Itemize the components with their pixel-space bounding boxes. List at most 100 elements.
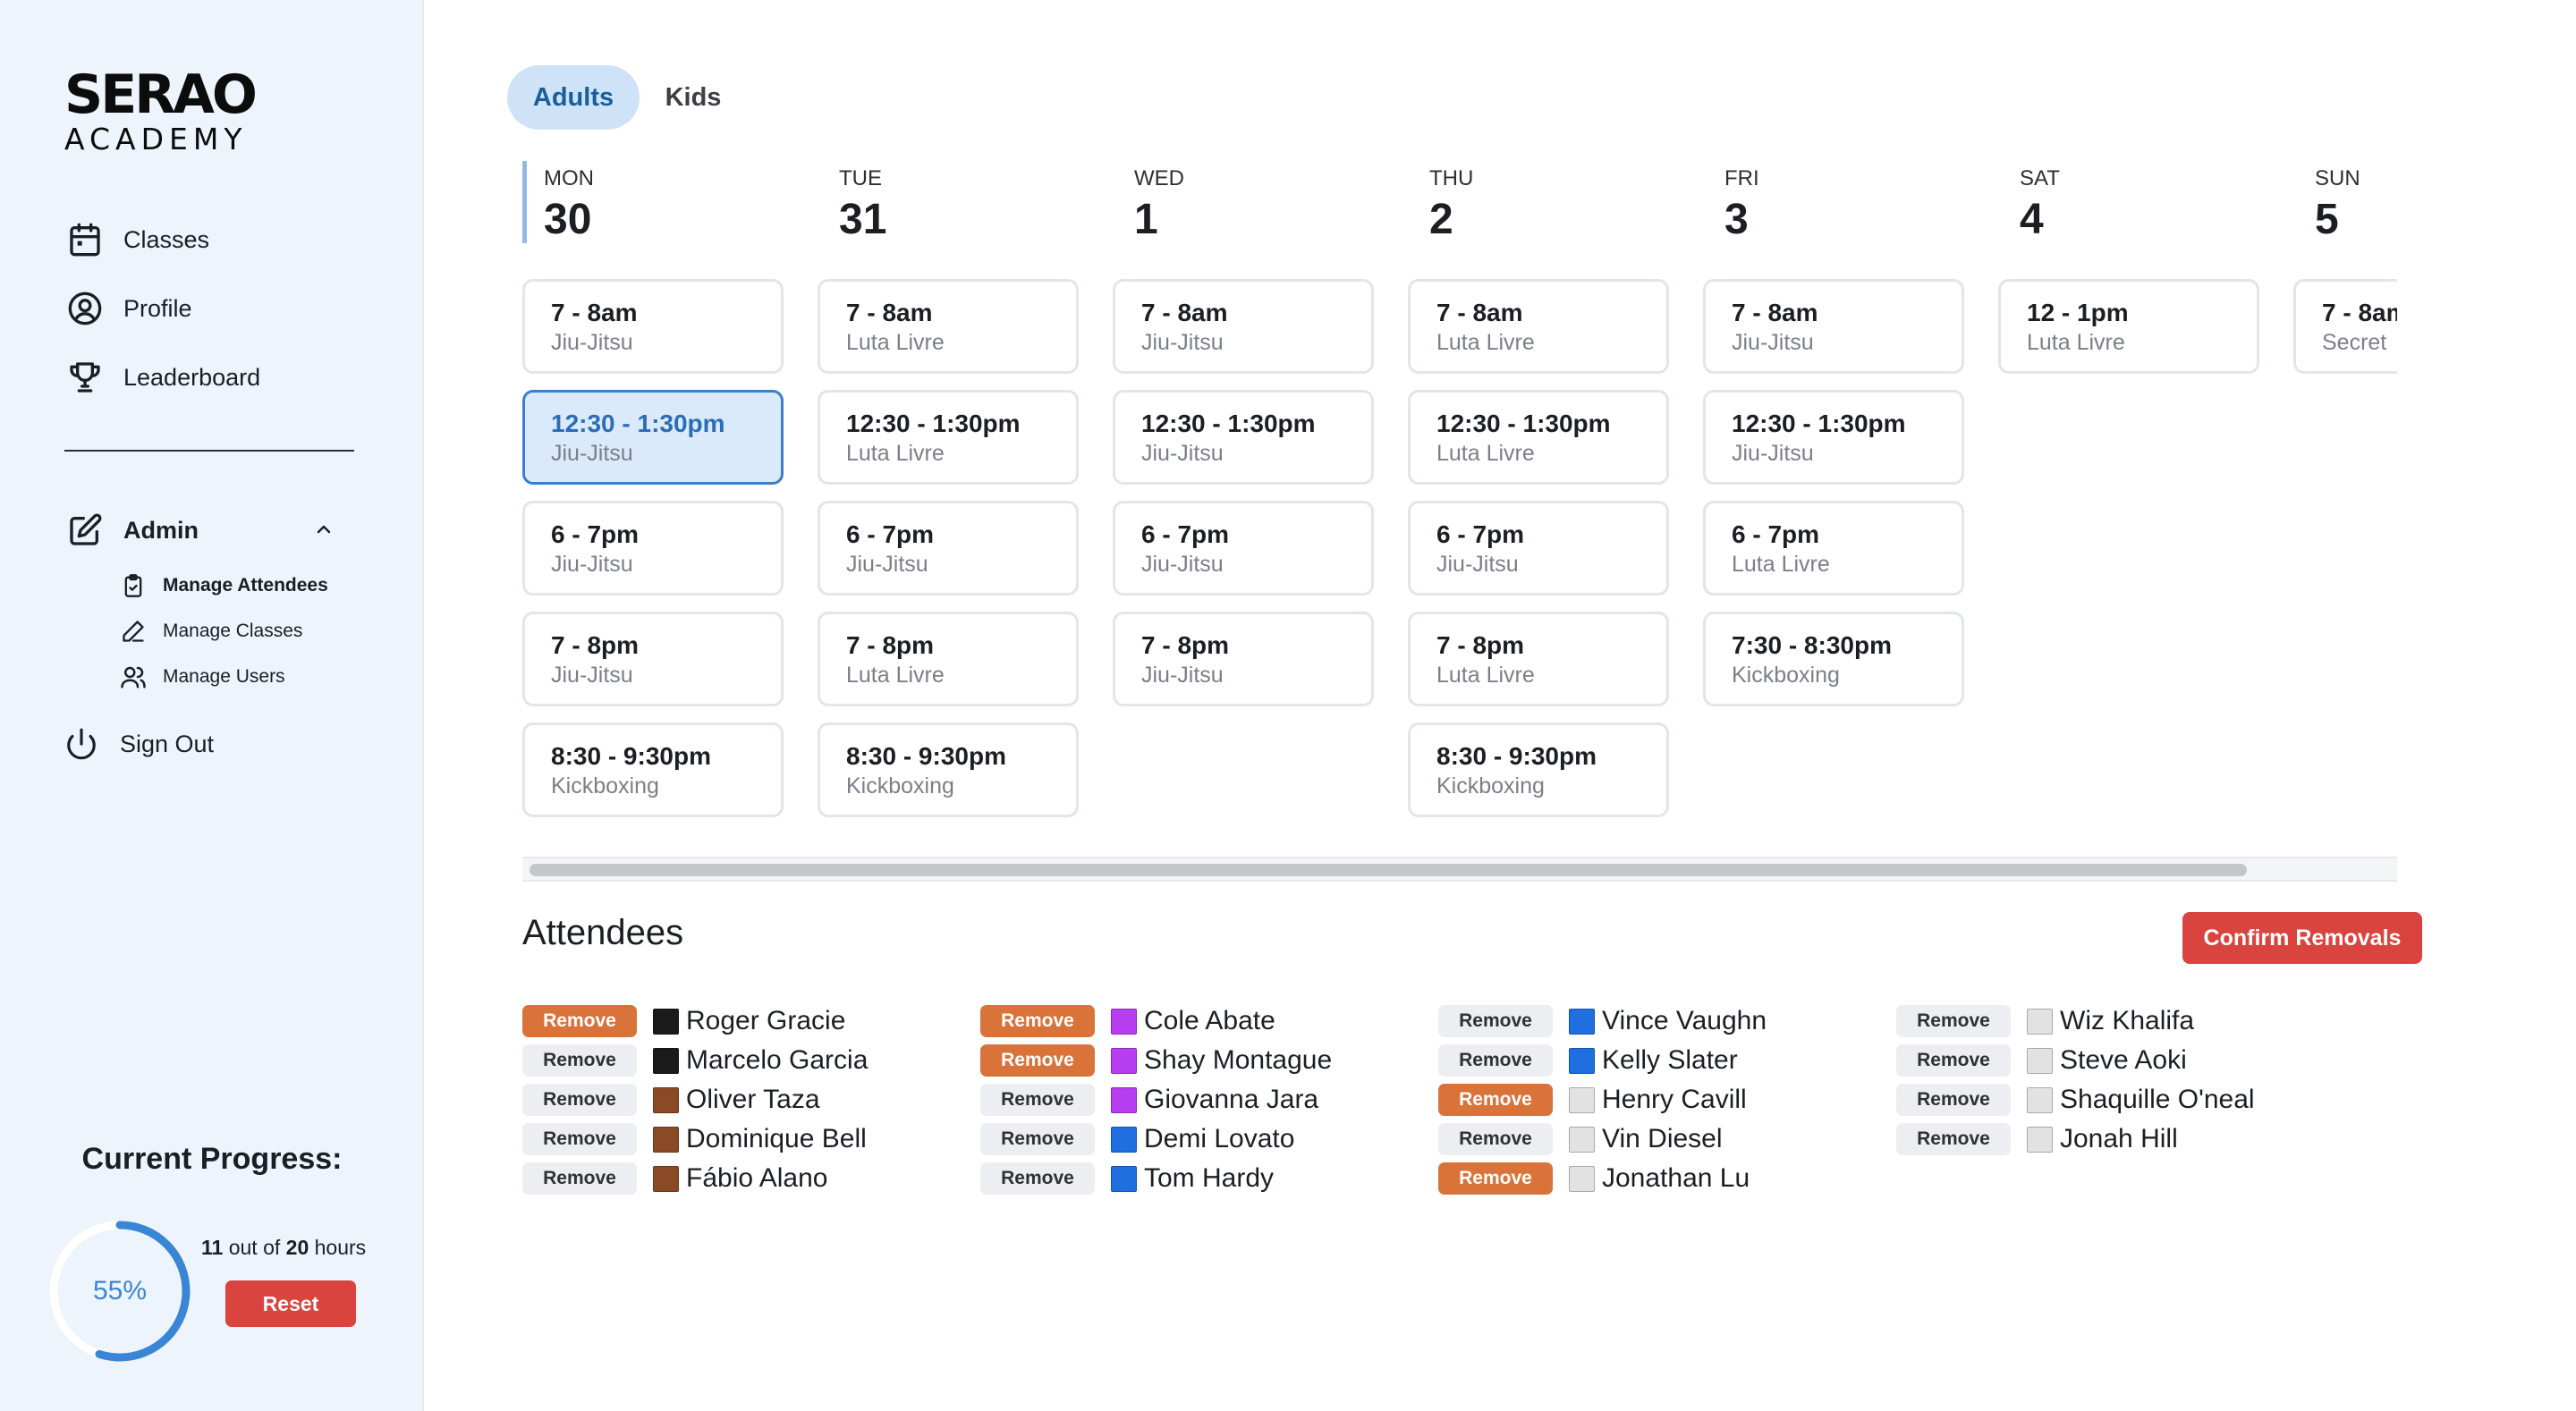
class-type: Luta Livre [846,663,945,688]
class-card[interactable]: 8:30 - 9:30pm Kickboxing [1408,722,1669,817]
nav-classes-label: Classes [123,225,210,253]
tab-kids[interactable]: Kids [647,65,740,130]
class-type: Jiu-Jitsu [551,330,633,355]
class-card[interactable]: 6 - 7pm Jiu-Jitsu [1113,501,1374,596]
scrollbar-thumb[interactable] [530,864,2247,876]
nav-profile[interactable]: Profile [64,288,192,329]
hours-done: 11 [201,1236,224,1259]
class-card[interactable]: 6 - 7pm Jiu-Jitsu [522,501,784,596]
class-type: Kickboxing [551,773,659,798]
attendee-name: Dominique Bell [686,1124,867,1153]
remove-button[interactable]: Remove [1896,1044,2011,1077]
class-type: Luta Livre [1436,330,1535,355]
attendee-name: Marcelo Garcia [686,1045,869,1075]
nav-classes[interactable]: Classes [64,219,209,260]
remove-button[interactable]: Remove [1438,1162,1553,1195]
remove-button[interactable]: Remove [522,1084,637,1116]
class-card[interactable]: 6 - 7pm Jiu-Jitsu [1408,501,1669,596]
attendee-row: Remove Vince Vaughn [1438,1001,1885,1041]
class-card[interactable]: 7:30 - 8:30pm Kickboxing [1703,612,1964,706]
class-card[interactable]: 7 - 8am Secret [2293,279,2397,374]
attendee-row: Remove Marcelo Garcia [522,1041,970,1080]
class-card[interactable]: 7 - 8am Jiu-Jitsu [1113,279,1374,374]
class-time: 7 - 8am [1436,299,1523,326]
class-card[interactable]: 12:30 - 1:30pm Luta Livre [1408,390,1669,485]
class-type: Jiu-Jitsu [1732,441,1814,466]
attendee-name: Vin Diesel [1602,1124,1723,1153]
belt-swatch-blue [1111,1126,1137,1153]
nav-sign-out[interactable]: Sign Out [61,723,214,765]
remove-button[interactable]: Remove [1896,1005,2011,1037]
remove-button[interactable]: Remove [980,1005,1095,1037]
remove-button[interactable]: Remove [980,1044,1095,1077]
remove-button[interactable]: Remove [1896,1123,2011,1155]
class-card[interactable]: 7 - 8pm Luta Livre [818,612,1079,706]
class-card[interactable]: 7 - 8pm Jiu-Jitsu [522,612,784,706]
class-card[interactable]: 7 - 8pm Jiu-Jitsu [1113,612,1374,706]
class-card[interactable]: 7 - 8am Luta Livre [1408,279,1669,374]
class-card[interactable]: 6 - 7pm Jiu-Jitsu [818,501,1079,596]
day-name: THU [1429,166,1474,190]
day-header: WED 1 [1113,161,1374,243]
remove-button[interactable]: Remove [522,1044,637,1077]
attendees-title: Attendees [522,913,684,952]
remove-button[interactable]: Remove [1438,1005,1553,1037]
class-card[interactable]: 12:30 - 1:30pm Jiu-Jitsu [1113,390,1374,485]
academy-logo[interactable]: SERAO ACADEMY [64,68,258,156]
class-card[interactable]: 7 - 8am Luta Livre [818,279,1079,374]
attendee-column: Remove Cole Abate Remove Shay Montague Remov… [980,1001,1428,1198]
chevron-up-icon[interactable] [308,513,340,545]
class-card[interactable]: 6 - 7pm Luta Livre [1703,501,1964,596]
belt-swatch-white [2027,1086,2053,1113]
class-card[interactable]: 12:30 - 1:30pm Luta Livre [818,390,1079,485]
calendar-scrollbar[interactable] [522,857,2397,882]
class-type: Luta Livre [846,330,945,355]
attendee-row: Remove Steve Aoki [1896,1041,2343,1080]
nav-manage-attendees[interactable]: Manage Attendees [118,570,328,601]
remove-button[interactable]: Remove [1438,1044,1553,1077]
class-time: 12:30 - 1:30pm [1436,410,1611,437]
class-card[interactable]: 7 - 8am Jiu-Jitsu [1703,279,1964,374]
class-card[interactable]: 8:30 - 9:30pm Kickboxing [522,722,784,817]
attendee-name: Roger Gracie [686,1006,846,1035]
nav-manage-users[interactable]: Manage Users [118,662,285,692]
remove-button[interactable]: Remove [1896,1084,2011,1116]
attendee-row: Remove Wiz Khalifa [1896,1001,2343,1041]
class-card[interactable]: 12 - 1pm Luta Livre [1998,279,2259,374]
nav-leaderboard[interactable]: Leaderboard [64,357,260,398]
attendee-name: Fábio Alano [686,1163,828,1193]
class-card[interactable]: 12:30 - 1:30pm Jiu-Jitsu [1703,390,1964,485]
nav-admin[interactable]: Admin [64,510,199,551]
belt-swatch-black [653,1047,679,1074]
class-card[interactable]: 7 - 8am Jiu-Jitsu [522,279,784,374]
remove-button[interactable]: Remove [980,1162,1095,1195]
remove-button[interactable]: Remove [522,1005,637,1037]
class-card[interactable]: 12:30 - 1:30pm Jiu-Jitsu [522,390,784,485]
attendee-row: Remove Shay Montague [980,1041,1428,1080]
remove-button[interactable]: Remove [1438,1084,1553,1116]
day-number: 3 [1724,196,1749,243]
attendee-name: Vince Vaughn [1602,1006,1767,1035]
nav-manage-users-label: Manage Users [163,666,285,687]
attendee-row: Remove Cole Abate [980,1001,1428,1041]
attendee-column: Remove Roger Gracie Remove Marcelo Garcia Re… [522,1001,970,1198]
tab-adults[interactable]: Adults [507,65,640,130]
remove-button[interactable]: Remove [980,1123,1095,1155]
attendee-name: Jonah Hill [2060,1124,2178,1153]
day-number: 2 [1429,196,1453,243]
remove-button[interactable]: Remove [1438,1123,1553,1155]
progress-title: Current Progress: [81,1142,343,1176]
remove-button[interactable]: Remove [980,1084,1095,1116]
remove-button[interactable]: Remove [522,1162,637,1195]
week-calendar: MON 30 7 - 8am Jiu-Jitsu 12:30 - 1:30pm Jiu-J… [522,161,2397,876]
reset-button[interactable]: Reset [225,1280,356,1327]
class-type: Luta Livre [1436,663,1535,688]
confirm-removals-button[interactable]: Confirm Removals [2182,912,2422,964]
belt-swatch-white [2027,1008,2053,1035]
belt-swatch-purple [1111,1008,1137,1035]
class-card[interactable]: 7 - 8pm Luta Livre [1408,612,1669,706]
nav-manage-classes[interactable]: Manage Classes [118,616,302,646]
class-card[interactable]: 8:30 - 9:30pm Kickboxing [818,722,1079,817]
remove-button[interactable]: Remove [522,1123,637,1155]
class-time: 7 - 8am [2322,299,2397,326]
